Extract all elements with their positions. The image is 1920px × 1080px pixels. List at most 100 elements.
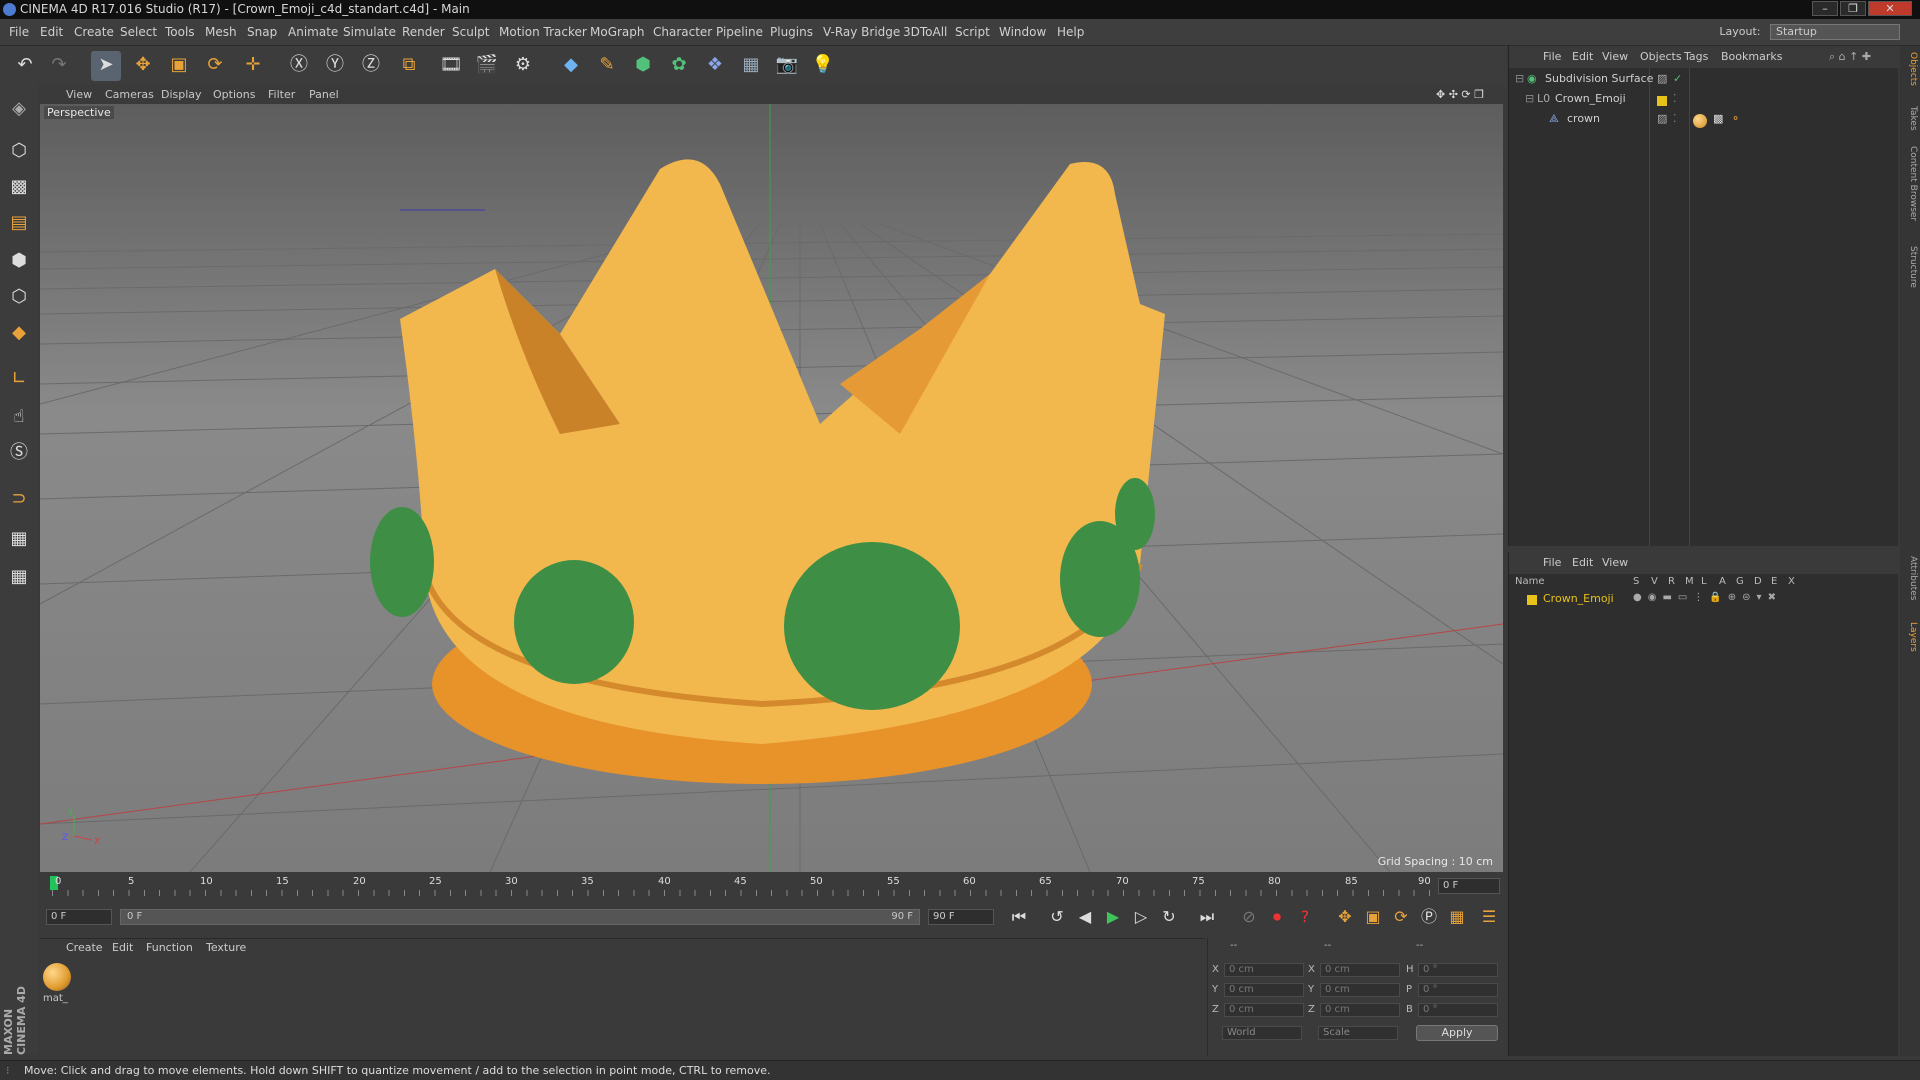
- menu-motion-tracker[interactable]: Motion Tracker: [499, 25, 587, 39]
- spline-pen-icon[interactable]: ✎: [592, 51, 622, 81]
- size-x-field[interactable]: 0 cm: [1320, 963, 1400, 977]
- tab-takes[interactable]: Takes: [1902, 106, 1918, 131]
- object-row[interactable]: ⟁ crown ▨ ⁚ ▩ ⚬: [1509, 112, 1899, 132]
- expand-icon[interactable]: ⊟: [1525, 92, 1534, 105]
- menu-sculpt[interactable]: Sculpt: [452, 25, 489, 39]
- mograph-cloner-icon[interactable]: ✿: [664, 51, 694, 81]
- previous-key-icon[interactable]: ↺: [1044, 905, 1070, 931]
- menu-help[interactable]: Help: [1057, 25, 1084, 39]
- object-name[interactable]: Subdivision Surface: [1545, 72, 1653, 85]
- workplane-mode-icon[interactable]: ▤: [3, 208, 35, 240]
- object-name[interactable]: Crown_Emoji: [1555, 92, 1626, 105]
- scale-tool-icon[interactable]: ▣: [164, 51, 194, 81]
- rot-b-field[interactable]: 0 °: [1418, 1003, 1498, 1017]
- visibility-icon[interactable]: ▨: [1657, 72, 1667, 85]
- menu-plugins[interactable]: Plugins: [770, 25, 813, 39]
- menu-mograph[interactable]: MoGraph: [590, 25, 645, 39]
- menu-select[interactable]: Select: [120, 25, 157, 39]
- move-tool-icon[interactable]: ✥: [128, 51, 158, 81]
- layer-color-swatch[interactable]: [1657, 96, 1667, 106]
- workplane-lock-icon[interactable]: ▦: [3, 524, 35, 556]
- camera-icon[interactable]: 📷: [772, 51, 802, 81]
- magnet-icon[interactable]: ⊃: [3, 484, 35, 516]
- go-to-end-icon[interactable]: ⏭: [1194, 905, 1220, 931]
- workplane-grid-icon[interactable]: ▦: [3, 562, 35, 594]
- rotate-tool-icon[interactable]: ⟳: [200, 51, 230, 81]
- deformer-icon[interactable]: ❖: [700, 51, 730, 81]
- visibility-dots-icon[interactable]: ⁚: [1673, 112, 1677, 125]
- object-menu-file[interactable]: File: [1543, 50, 1561, 63]
- menu-edit[interactable]: Edit: [40, 25, 63, 39]
- viewport-menu-cameras[interactable]: Cameras: [105, 88, 154, 101]
- menu-simulate[interactable]: Simulate: [343, 25, 396, 39]
- x-axis-lock-icon[interactable]: Ⓧ: [284, 51, 314, 81]
- end-frame-field[interactable]: 90 F: [928, 909, 994, 925]
- key-pla-icon[interactable]: ▦: [1444, 905, 1470, 931]
- phong-tag-icon[interactable]: ⚬: [1731, 112, 1740, 125]
- layer-flag-icons[interactable]: ●◉▬▭⋮🔒⊕⊜▾✖: [1633, 592, 1782, 603]
- rot-p-field[interactable]: 0 °: [1418, 983, 1498, 997]
- menu-mesh[interactable]: Mesh: [205, 25, 237, 39]
- visibility-dots-icon[interactable]: ⁚: [1673, 92, 1677, 105]
- layer-menu-view[interactable]: View: [1602, 556, 1628, 569]
- close-button[interactable]: ✕: [1868, 1, 1912, 16]
- transform-tool-icon[interactable]: ✛: [238, 51, 268, 81]
- tab-objects[interactable]: Objects: [1902, 52, 1918, 86]
- layer-color-swatch[interactable]: [1527, 595, 1537, 605]
- nurbs-generator-icon[interactable]: ⬢: [628, 51, 658, 81]
- timeline-menu-icon[interactable]: ☰: [1476, 905, 1502, 931]
- menu-window[interactable]: Window: [999, 25, 1046, 39]
- points-mode-icon[interactable]: ⬢: [3, 246, 35, 278]
- menu-create[interactable]: Create: [74, 25, 114, 39]
- edges-mode-icon[interactable]: ⬡: [3, 282, 35, 314]
- material-thumbnail[interactable]: [43, 963, 71, 991]
- object-row[interactable]: ⊟ ◉ Subdivision Surface ▨ ✓: [1509, 72, 1899, 92]
- render-settings-icon[interactable]: ⚙: [508, 51, 538, 81]
- enabled-check-icon[interactable]: ✓: [1673, 72, 1682, 85]
- layer-menu-file[interactable]: File: [1543, 556, 1561, 569]
- menu-file[interactable]: File: [9, 25, 29, 39]
- start-frame-field[interactable]: 0 F: [46, 909, 112, 925]
- z-axis-lock-icon[interactable]: Ⓩ: [356, 51, 386, 81]
- viewport-menu-view[interactable]: View: [66, 88, 92, 101]
- maximize-button[interactable]: ❐: [1840, 1, 1866, 16]
- menu-animate[interactable]: Animate: [288, 25, 338, 39]
- y-axis-lock-icon[interactable]: Ⓨ: [320, 51, 350, 81]
- menu-character[interactable]: Character: [653, 25, 712, 39]
- menu-script[interactable]: Script: [955, 25, 990, 39]
- expand-icon[interactable]: ⊟: [1515, 72, 1524, 85]
- tab-structure[interactable]: Structure: [1902, 246, 1918, 288]
- tab-layers[interactable]: Layers: [1902, 622, 1918, 652]
- object-menu-view[interactable]: View: [1602, 50, 1628, 63]
- size-z-field[interactable]: 0 cm: [1320, 1003, 1400, 1017]
- material-menu-create[interactable]: Create: [66, 941, 103, 954]
- object-search-icon[interactable]: ⌕ ⌂ ↑ ✚: [1829, 50, 1871, 64]
- menu-pipeline[interactable]: Pipeline: [716, 25, 763, 39]
- menu-render[interactable]: Render: [402, 25, 445, 39]
- render-view-icon[interactable]: 🎞: [436, 51, 466, 81]
- viewport-menu-panel[interactable]: Panel: [309, 88, 339, 101]
- menu-3dtoall[interactable]: 3DToAll: [903, 25, 947, 39]
- visibility-icon[interactable]: ▨: [1657, 112, 1667, 125]
- material-menu-function[interactable]: Function: [146, 941, 193, 954]
- object-row[interactable]: ⊟ L0 Crown_Emoji ⁚: [1509, 92, 1899, 112]
- coordinate-system-icon[interactable]: ⧉: [394, 51, 424, 81]
- undo-icon[interactable]: ↶: [10, 51, 40, 81]
- play-icon[interactable]: ▶: [1100, 905, 1126, 931]
- select-arrow-icon[interactable]: ➤: [91, 51, 121, 81]
- go-to-start-icon[interactable]: ⏮: [1006, 905, 1032, 931]
- object-name[interactable]: crown: [1567, 112, 1600, 125]
- menu-tools[interactable]: Tools: [165, 25, 195, 39]
- layer-row[interactable]: Crown_Emoji ●◉▬▭⋮🔒⊕⊜▾✖: [1509, 592, 1899, 612]
- make-editable-icon[interactable]: ◈: [3, 94, 35, 126]
- viewport-menu-filter[interactable]: Filter: [268, 88, 295, 101]
- perspective-viewport[interactable]: Y X Z Perspective Grid Spacing : 10 cm: [40, 104, 1503, 872]
- pos-x-field[interactable]: 0 cm: [1224, 963, 1304, 977]
- axis-mode-icon[interactable]: ∟: [3, 364, 35, 396]
- layer-menu-edit[interactable]: Edit: [1572, 556, 1593, 569]
- viewport-menu-options[interactable]: Options: [213, 88, 255, 101]
- rot-h-field[interactable]: 0 °: [1418, 963, 1498, 977]
- keyframe-selection-icon[interactable]: ?: [1292, 905, 1318, 931]
- coordinate-mode-dropdown[interactable]: World: [1222, 1026, 1302, 1040]
- layer-name[interactable]: Crown_Emoji: [1543, 592, 1614, 605]
